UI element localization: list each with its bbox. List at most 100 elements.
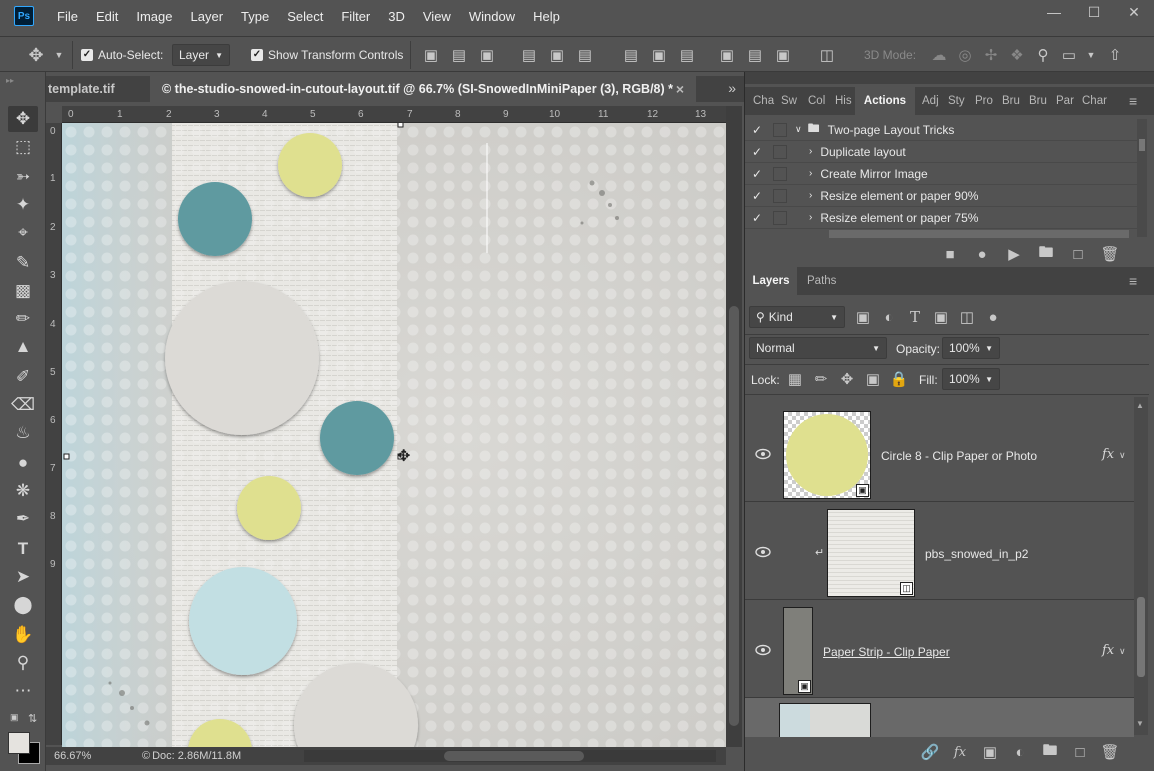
close-icon[interactable]: × <box>676 81 684 97</box>
lock-pixels-icon[interactable]: ✏ <box>811 368 831 390</box>
expand-arrow-icon[interactable]: › <box>809 168 812 179</box>
align-vcenter-icon[interactable]: ▤ <box>448 44 470 66</box>
roll-3d-icon[interactable]: ◎ <box>954 44 976 66</box>
align-right-icon[interactable]: ▤ <box>574 44 596 66</box>
chevron-down-icon[interactable]: ▼ <box>52 44 66 66</box>
lock-position-icon[interactable]: ✥ <box>837 368 857 390</box>
share-icon[interactable]: ⇧ <box>1102 44 1128 66</box>
stop-icon[interactable]: ■ <box>941 246 959 263</box>
actions-scrollbar[interactable] <box>1137 119 1147 237</box>
align-bottom-icon[interactable]: ▣ <box>476 44 498 66</box>
menu-type[interactable]: Type <box>232 9 278 24</box>
canvas-vertical-scrollbar[interactable] <box>726 106 742 747</box>
zoom-tool-icon[interactable]: ⚲ <box>8 650 38 676</box>
type-tool-icon[interactable]: T <box>8 536 38 562</box>
layer-effects-icon[interactable]: fx <box>1102 447 1114 462</box>
healing-brush-icon[interactable]: ▩ <box>8 278 38 304</box>
shape-filter-icon[interactable]: ▣ <box>931 306 951 328</box>
pan-3d-icon[interactable]: ✢ <box>980 44 1002 66</box>
check-icon[interactable]: ✓ <box>745 167 769 181</box>
lock-artboard-icon[interactable]: ▣ <box>863 368 883 390</box>
layer-row[interactable]: ▣ Paper Strip - Clip Paper fx ∨ <box>745 600 1134 698</box>
show-transform-checkbox[interactable]: ✓ <box>251 49 263 61</box>
visibility-eye-icon[interactable] <box>755 546 771 558</box>
path-selection-icon[interactable]: ➤ <box>8 564 38 590</box>
tab-template[interactable]: template.tif <box>38 76 150 102</box>
menu-filter[interactable]: Filter <box>332 9 379 24</box>
distribute-vcenter-icon[interactable]: ▣ <box>648 44 670 66</box>
move-tool-icon[interactable]: ✥ <box>24 44 48 66</box>
new-group-icon[interactable]: 🖿 <box>1041 740 1059 765</box>
dodge-tool-icon[interactable]: ❋ <box>8 478 38 504</box>
type-filter-icon[interactable]: T <box>905 306 925 328</box>
layer-row[interactable]: ▣ Circle 8 - Clip Paper or Photo fx ∨ <box>745 404 1134 502</box>
layer-name[interactable]: Paper Strip - Clip Paper <box>823 645 950 659</box>
check-icon[interactable]: ✓ <box>745 145 769 159</box>
new-adjustment-icon[interactable]: ◐ <box>1011 744 1029 761</box>
layer-name[interactable]: Circle 8 - Clip Paper or Photo <box>881 449 1037 463</box>
lock-all-icon[interactable]: 🔒 <box>889 368 909 390</box>
lasso-tool-icon[interactable]: ➳ <box>8 164 38 190</box>
new-layer-icon[interactable]: □ <box>1071 744 1089 761</box>
distribute-top-icon[interactable]: ▤ <box>620 44 642 66</box>
new-action-icon[interactable]: □ <box>1069 246 1087 263</box>
horizontal-scrollbar[interactable] <box>304 750 716 762</box>
scroll-thumb[interactable] <box>729 306 739 726</box>
check-icon[interactable]: ✓ <box>745 211 769 225</box>
panel-menu-icon[interactable]: ≡ <box>1129 267 1137 295</box>
hand-tool-icon[interactable]: ✋ <box>8 622 38 648</box>
crop-tool-icon[interactable]: ⌖ <box>8 220 38 246</box>
layer-thumbnail[interactable] <box>779 703 871 737</box>
stamp-tool-icon[interactable]: ▲ <box>8 334 38 360</box>
ellipse-tool-icon[interactable]: ⬤ <box>8 592 38 618</box>
layer-thumbnail[interactable]: ▣ <box>783 607 813 695</box>
move-tool-icon[interactable]: ✥ <box>8 106 38 132</box>
align-left-icon[interactable]: ▤ <box>518 44 540 66</box>
tab-brushes[interactable]: Bru <box>1002 87 1020 115</box>
layers-scrollbar[interactable]: ▲ ▼ <box>1134 397 1148 735</box>
dialog-toggle[interactable] <box>773 144 787 159</box>
adjustment-filter-icon[interactable]: ◐ <box>879 306 899 328</box>
scroll-up-icon[interactable]: ▲ <box>1136 401 1144 410</box>
tab-history[interactable]: His <box>835 87 852 115</box>
menu-file[interactable]: File <box>48 9 87 24</box>
auto-select-dropdown[interactable]: Layer ▼ <box>172 44 230 66</box>
fill-field[interactable]: 100% ▼ <box>942 368 1000 390</box>
tab-character[interactable]: Cha <box>753 87 774 115</box>
chevron-down-icon[interactable]: ∨ <box>1119 646 1126 657</box>
marquee-tool-icon[interactable]: ⬚ <box>8 134 38 160</box>
tab-brush-settings[interactable]: Bru <box>1029 87 1047 115</box>
menu-select[interactable]: Select <box>278 9 332 24</box>
menu-edit[interactable]: Edit <box>87 9 127 24</box>
expand-arrow-icon[interactable]: ∨ <box>795 124 802 135</box>
tab-overflow-icon[interactable]: » <box>728 80 736 96</box>
blend-mode-dropdown[interactable]: Normal ▼ <box>749 337 887 359</box>
document-canvas[interactable]: ✥ <box>62 123 726 747</box>
action-row[interactable]: ✓ › Resize element or paper 90% <box>745 185 1137 207</box>
distribute-left-icon[interactable]: ▣ <box>716 44 738 66</box>
menu-view[interactable]: View <box>414 9 460 24</box>
zoom-level[interactable]: 66.67% <box>54 750 134 762</box>
tab-layers[interactable]: Layers <box>745 267 797 295</box>
tab-properties[interactable]: Pro <box>975 87 993 115</box>
align-hcenter-icon[interactable]: ▣ <box>546 44 568 66</box>
delete-icon[interactable]: 🗑 <box>1100 245 1119 263</box>
filter-toggle-icon[interactable]: ● <box>983 306 1003 328</box>
scroll-thumb[interactable] <box>444 751 584 761</box>
menu-window[interactable]: Window <box>460 9 524 24</box>
tab-swatches[interactable]: Sw <box>781 87 797 115</box>
tab-character-styles[interactable]: Char <box>1082 87 1107 115</box>
visibility-eye-icon[interactable] <box>755 644 771 656</box>
visibility-eye-icon[interactable] <box>755 448 771 460</box>
eraser-tool-icon[interactable]: ⌫ <box>8 392 38 418</box>
menu-image[interactable]: Image <box>127 9 181 24</box>
scroll-down-icon[interactable]: ▼ <box>1136 719 1144 728</box>
orbit-3d-icon[interactable]: ☁ <box>928 44 950 66</box>
dialog-toggle[interactable] <box>773 188 787 203</box>
blur-tool-icon[interactable]: ● <box>8 450 38 476</box>
brush-tool-icon[interactable]: ✏ <box>8 306 38 332</box>
distribute-bottom-icon[interactable]: ▤ <box>676 44 698 66</box>
tab-active-document[interactable]: © the-studio-snowed-in-cutout-layout.tif… <box>150 76 696 102</box>
layer-row-selected[interactable] <box>745 698 1134 737</box>
layer-thumbnail[interactable]: ◫ <box>827 509 915 597</box>
